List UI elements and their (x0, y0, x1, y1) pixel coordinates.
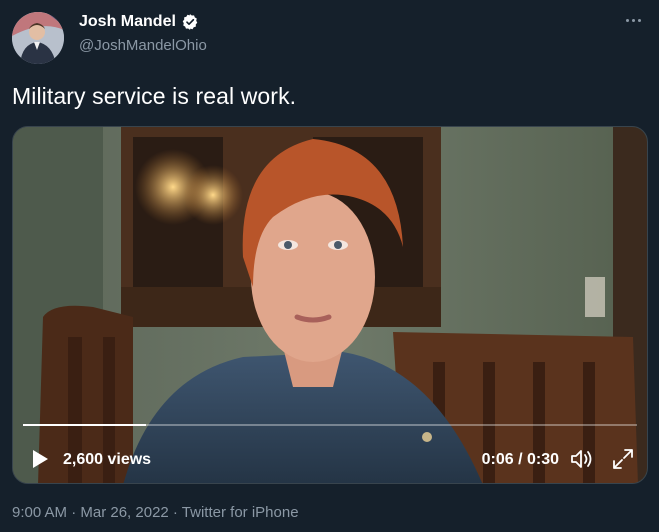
video-progress-bar[interactable] (23, 424, 637, 426)
video-time: 0:06 / 0:30 (481, 451, 559, 468)
tweet-text: Military service is real work. (12, 83, 297, 109)
more-options-icon[interactable] (623, 10, 643, 30)
tweet-metadata: 9:00 AM · Mar 26, 2022 · Twitter for iPh… (12, 504, 299, 521)
verified-badge-icon (181, 13, 199, 31)
author-name[interactable]: Josh Mandel (79, 13, 176, 31)
fullscreen-icon[interactable] (611, 447, 635, 471)
volume-icon[interactable] (569, 447, 595, 471)
video-progress-fill (23, 424, 146, 426)
view-count: 2,600 views (63, 451, 152, 468)
play-icon[interactable] (31, 449, 49, 469)
author-name-row[interactable]: Josh Mandel (79, 13, 199, 31)
video-controls: 2,600 views 0:06 / 0:30 (13, 445, 647, 473)
author-handle[interactable]: @JoshMandelOhio (79, 37, 207, 54)
video-frame (13, 127, 647, 483)
video-player[interactable]: 2,600 views 0:06 / 0:30 (12, 126, 648, 484)
avatar[interactable] (12, 12, 64, 64)
